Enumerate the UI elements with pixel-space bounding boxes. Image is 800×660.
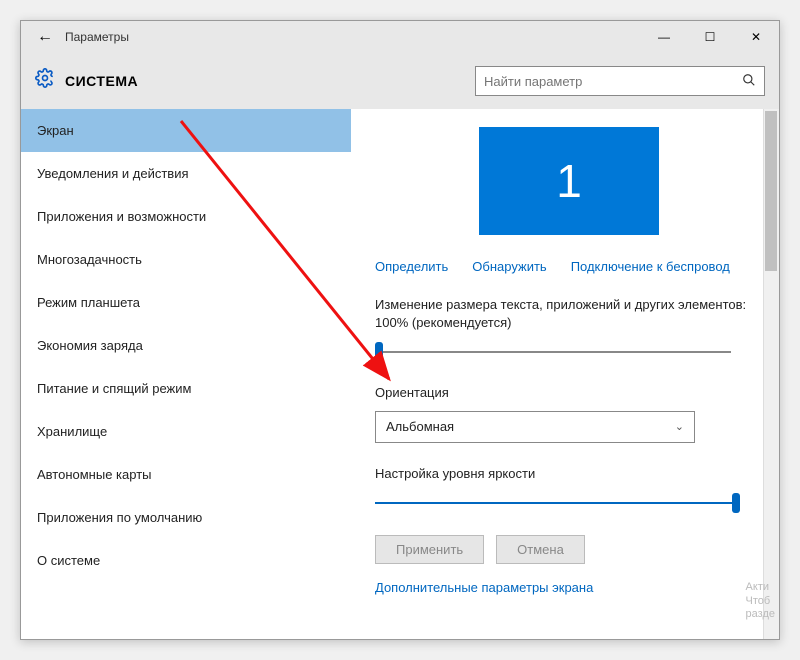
sidebar-item-display[interactable]: Экран <box>21 109 351 152</box>
button-row: Применить Отмена <box>375 535 763 564</box>
slider-track-filled <box>375 502 732 504</box>
close-button[interactable]: ✕ <box>733 21 779 53</box>
slider-thumb[interactable] <box>732 493 740 513</box>
sidebar-item-label: Приложения по умолчанию <box>37 510 202 525</box>
settings-window: ← Параметры — ☐ ✕ СИСТЕМА Экран Уведомле… <box>20 20 780 640</box>
window-controls: — ☐ ✕ <box>641 21 779 53</box>
header-title: СИСТЕМА <box>65 73 138 89</box>
cancel-button[interactable]: Отмена <box>496 535 585 564</box>
minimize-button[interactable]: — <box>641 21 687 53</box>
back-arrow-icon: ← <box>37 28 53 45</box>
slider-thumb[interactable] <box>375 342 383 362</box>
sidebar-item-notifications[interactable]: Уведомления и действия <box>21 152 351 195</box>
sidebar-item-label: Приложения и возможности <box>37 209 206 224</box>
scrollbar-thumb[interactable] <box>765 111 777 271</box>
sidebar-item-label: Экономия заряда <box>37 338 143 353</box>
wireless-link[interactable]: Подключение к беспровод <box>571 259 730 274</box>
sidebar-item-power-sleep[interactable]: Питание и спящий режим <box>21 367 351 410</box>
sidebar-item-storage[interactable]: Хранилище <box>21 410 351 453</box>
window-title: Параметры <box>65 30 129 44</box>
maximize-icon: ☐ <box>705 30 716 44</box>
back-button[interactable]: ← <box>25 28 65 46</box>
sidebar-item-default-apps[interactable]: Приложения по умолчанию <box>21 496 351 539</box>
sidebar-item-battery[interactable]: Экономия заряда <box>21 324 351 367</box>
monitor-preview[interactable]: 1 <box>479 127 659 235</box>
minimize-icon: — <box>658 30 670 44</box>
sidebar-item-label: Автономные карты <box>37 467 152 482</box>
header-left: СИСТЕМА <box>35 68 138 94</box>
orientation-value: Альбомная <box>386 419 454 434</box>
sidebar-item-multitasking[interactable]: Многозадачность <box>21 238 351 281</box>
titlebar: ← Параметры — ☐ ✕ <box>21 21 779 53</box>
detect-link[interactable]: Обнаружить <box>472 259 546 274</box>
chevron-down-icon: ⌄ <box>675 420 684 433</box>
orientation-label: Ориентация <box>375 384 763 402</box>
maximize-button[interactable]: ☐ <box>687 21 733 53</box>
scale-slider[interactable] <box>375 340 763 364</box>
header: СИСТЕМА <box>21 53 779 109</box>
advanced-display-link[interactable]: Дополнительные параметры экрана <box>375 580 763 595</box>
brightness-slider[interactable] <box>375 491 763 515</box>
gear-icon <box>35 68 55 94</box>
watermark-line: Акти <box>746 581 775 594</box>
sidebar-item-apps[interactable]: Приложения и возможности <box>21 195 351 238</box>
monitor-number: 1 <box>556 154 582 208</box>
slider-track <box>375 351 731 353</box>
search-input[interactable] <box>484 74 742 89</box>
close-icon: ✕ <box>751 30 761 44</box>
sidebar-item-label: Питание и спящий режим <box>37 381 191 396</box>
sidebar-item-label: Режим планшета <box>37 295 140 310</box>
apply-button[interactable]: Применить <box>375 535 484 564</box>
sidebar-item-tablet-mode[interactable]: Режим планшета <box>21 281 351 324</box>
orientation-dropdown[interactable]: Альбомная ⌄ <box>375 411 695 443</box>
sidebar-item-offline-maps[interactable]: Автономные карты <box>21 453 351 496</box>
search-icon <box>742 73 756 90</box>
scrollbar[interactable] <box>763 109 779 639</box>
activation-watermark: Акти Чтоб разде <box>746 581 775 621</box>
display-action-links: Определить Обнаружить Подключение к бесп… <box>375 259 763 274</box>
sidebar-item-about[interactable]: О системе <box>21 539 351 582</box>
identify-link[interactable]: Определить <box>375 259 448 274</box>
brightness-label: Настройка уровня яркости <box>375 465 763 483</box>
sidebar-item-label: Многозадачность <box>37 252 142 267</box>
sidebar-item-label: Уведомления и действия <box>37 166 189 181</box>
body: Экран Уведомления и действия Приложения … <box>21 109 779 639</box>
sidebar-item-label: О системе <box>37 553 100 568</box>
watermark-line: Чтоб <box>746 595 775 608</box>
sidebar: Экран Уведомления и действия Приложения … <box>21 109 351 639</box>
content-pane: 1 Определить Обнаружить Подключение к бе… <box>351 109 779 639</box>
sidebar-item-label: Хранилище <box>37 424 107 439</box>
scale-label: Изменение размера текста, приложений и д… <box>375 296 763 332</box>
search-box[interactable] <box>475 66 765 96</box>
watermark-line: разде <box>746 608 775 621</box>
sidebar-item-label: Экран <box>37 123 74 138</box>
